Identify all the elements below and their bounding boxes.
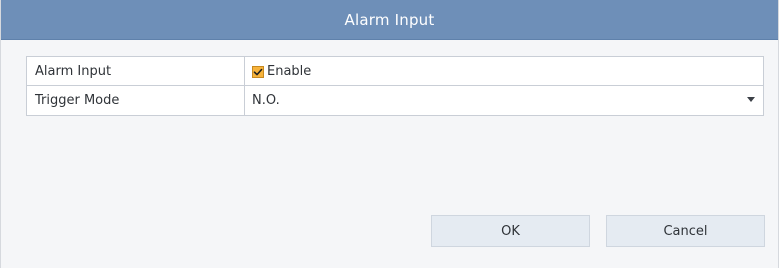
form-row-alarm-input: Alarm Input Enable (27, 57, 763, 86)
cancel-button[interactable]: Cancel (606, 215, 765, 247)
enable-checkbox[interactable] (252, 65, 264, 78)
trigger-mode-value-cell: N.O. (245, 86, 763, 115)
form-row-trigger-mode: Trigger Mode N.O. (27, 86, 763, 115)
chevron-down-icon (747, 97, 755, 102)
trigger-mode-selected-value: N.O. (252, 93, 280, 108)
alarm-input-form: Alarm Input Enable Trigger Mode N.O. (26, 56, 764, 116)
dialog-title: Alarm Input (344, 10, 435, 29)
enable-label: Enable (267, 63, 312, 79)
alarm-input-label: Alarm Input (27, 57, 245, 85)
trigger-mode-label: Trigger Mode (27, 86, 245, 115)
alarm-input-value-cell: Enable (245, 57, 763, 85)
dialog-titlebar: Alarm Input (1, 0, 778, 40)
ok-button[interactable]: OK (431, 215, 590, 247)
checkmark-icon (253, 68, 263, 75)
trigger-mode-select[interactable]: N.O. (252, 86, 763, 115)
dialog-actions: OK Cancel (1, 215, 778, 249)
alarm-input-dialog: Alarm Input Alarm Input Enable Trigger M… (0, 0, 779, 268)
